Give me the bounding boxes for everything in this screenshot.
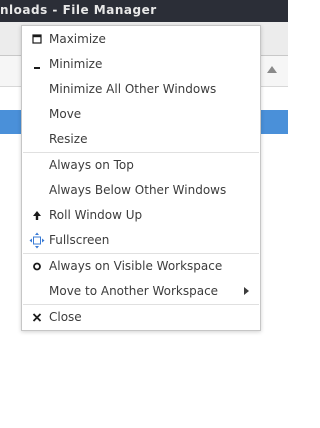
menu-item-label: Move to Another Workspace xyxy=(49,284,219,298)
menu-item-always-below-other-windows[interactable]: Always Below Other Windows xyxy=(22,178,260,203)
menu-item-always-on-top[interactable]: Always on Top xyxy=(22,153,260,178)
menu-item-label: Roll Window Up xyxy=(49,208,143,222)
menu-item-label: Move xyxy=(49,107,82,121)
menu-item-minimize-all-other-windows[interactable]: Minimize All Other Windows xyxy=(22,77,260,102)
menu-item-move[interactable]: Move xyxy=(22,102,260,127)
circle-icon xyxy=(29,254,45,279)
menu-item-label: Fullscreen xyxy=(49,233,110,247)
menu-item-resize[interactable]: Resize xyxy=(22,127,260,152)
menu-item-label: Close xyxy=(49,310,82,324)
menu-item-move-to-another-workspace[interactable]: Move to Another Workspace xyxy=(22,279,260,304)
menu-item-always-on-visible-workspace[interactable]: Always on Visible Workspace xyxy=(22,254,260,279)
menu-item-label: Minimize xyxy=(49,57,103,71)
menu-item-close[interactable]: Close xyxy=(22,305,260,330)
fullscreen-icon xyxy=(29,228,45,253)
window-context-menu: Maximize Minimize Minimize All Other Win… xyxy=(21,25,261,331)
menu-item-maximize[interactable]: Maximize xyxy=(22,27,260,52)
minimize-icon xyxy=(29,52,45,77)
close-icon xyxy=(29,305,45,330)
menu-item-label: Always on Top xyxy=(49,158,134,172)
window-title: nloads - File Manager xyxy=(0,3,157,17)
submenu-arrow-icon xyxy=(244,287,249,295)
menu-item-roll-window-up[interactable]: Roll Window Up xyxy=(22,203,260,228)
menu-item-label: Minimize All Other Windows xyxy=(49,82,217,96)
menu-item-label: Always on Visible Workspace xyxy=(49,259,223,273)
menu-item-minimize[interactable]: Minimize xyxy=(22,52,260,77)
menu-item-label: Resize xyxy=(49,132,88,146)
menu-item-fullscreen[interactable]: Fullscreen xyxy=(22,228,260,253)
arrow-up-icon xyxy=(29,203,45,228)
menu-item-label: Maximize xyxy=(49,32,106,46)
sort-ascending-icon[interactable] xyxy=(267,66,277,73)
menu-item-label: Always Below Other Windows xyxy=(49,183,227,197)
window-titlebar[interactable]: nloads - File Manager xyxy=(0,0,288,22)
maximize-icon xyxy=(29,27,45,52)
